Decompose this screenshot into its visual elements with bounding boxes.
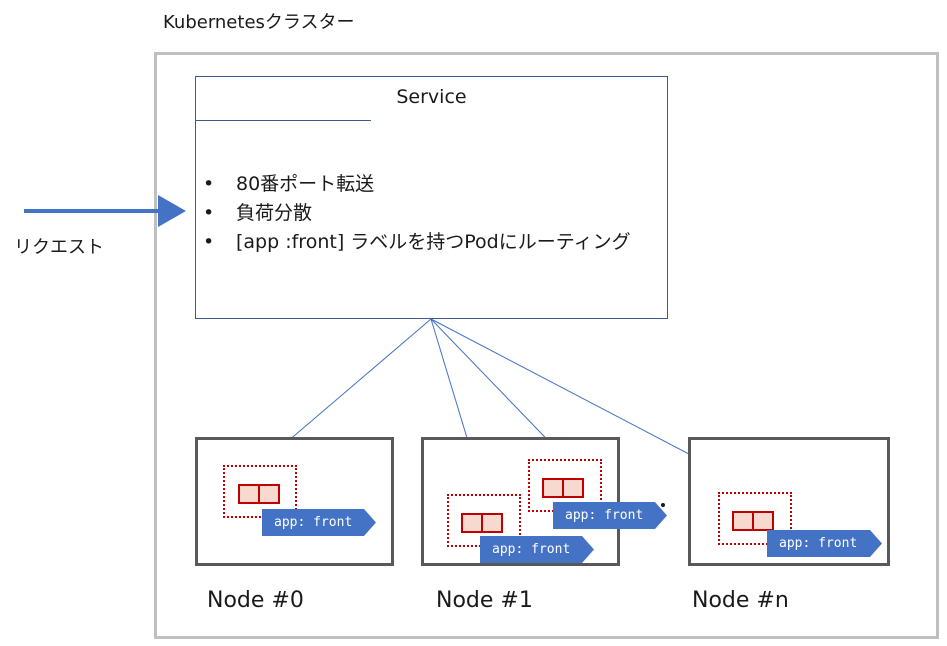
node-1-pod-a-label-tag: app: front (480, 536, 594, 563)
node-n-pod-container-icon (732, 511, 774, 531)
node-1-pod-b-label-tag: app: front (553, 502, 667, 529)
node-1-pod-a-container-icon (461, 513, 503, 533)
node-0-pod-label-tag: app: front (262, 509, 376, 536)
node-1-pod-b-container-icon (542, 478, 584, 498)
ellipsis-dot (661, 503, 665, 507)
node-n-label: Node #n (692, 588, 789, 613)
node-0-label: Node #0 (207, 588, 304, 613)
node-n-pod-label-tag: app: front (767, 530, 882, 557)
node-0-pod-container-icon (238, 484, 280, 504)
node-1-label: Node #1 (436, 588, 533, 613)
